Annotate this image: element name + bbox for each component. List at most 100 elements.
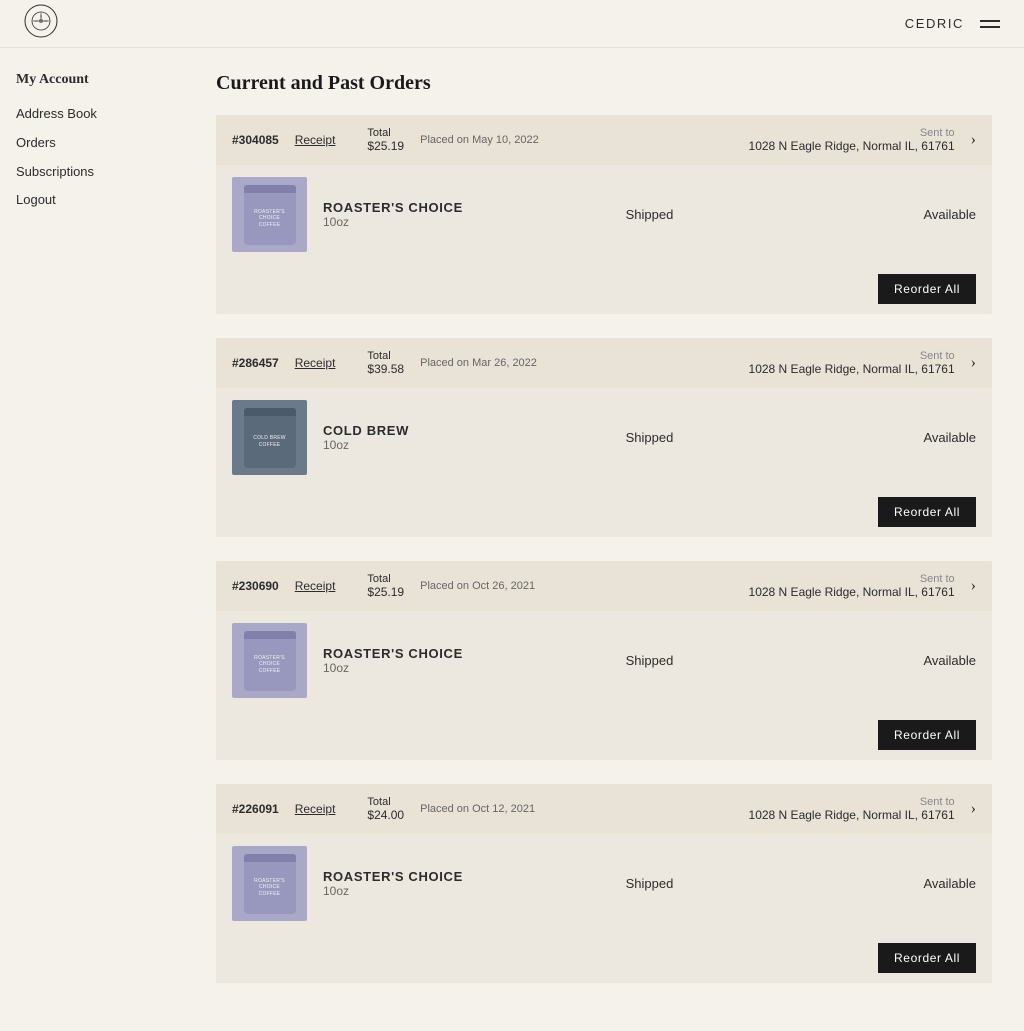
order-item-availability-2-0: Available (769, 653, 976, 668)
hamburger-menu-icon[interactable] (980, 20, 1000, 28)
bag-inner: ROASTER'S CHOICECOFFEE (244, 185, 296, 245)
order-chevron-icon-0[interactable]: › (971, 131, 976, 149)
order-item-details-0-0: ROASTER'S CHOICE 10oz (323, 200, 530, 229)
order-total-label-0: Total (367, 127, 404, 139)
order-item-size-3-0: 10oz (323, 884, 530, 898)
order-total-value-2: $25.19 (367, 585, 404, 599)
order-item-availability-0-0: Available (769, 207, 976, 222)
header-username: CEDRIC (905, 16, 964, 31)
order-chevron-icon-1[interactable]: › (971, 354, 976, 372)
order-total-0: Total $25.19 (367, 127, 404, 153)
order-date-2: Placed on Oct 26, 2021 (420, 580, 535, 592)
order-card-0: #304085 Receipt Total $25.19 Placed on M… (216, 115, 992, 314)
order-receipt-link-1[interactable]: Receipt (295, 356, 336, 370)
sidebar: My Account Address Book Orders Subscript… (0, 48, 200, 1031)
sidebar-item-orders[interactable]: Orders (16, 133, 184, 154)
order-header-right-3: Sent to 1028 N Eagle Ridge, Normal IL, 6… (749, 796, 976, 822)
header: CEDRIC (0, 0, 1024, 48)
sidebar-nav: Address Book Orders Subscriptions Logout (16, 104, 184, 211)
order-item-row-0-0: ROASTER'S CHOICECOFFEE ROASTER'S CHOICE … (216, 165, 992, 264)
sidebar-item-subscriptions[interactable]: Subscriptions (16, 162, 184, 183)
bag-label: ROASTER'S CHOICECOFFEE (244, 655, 296, 675)
logo[interactable] (24, 4, 58, 43)
order-sent-label-2: Sent to (749, 573, 955, 585)
order-receipt-link-2[interactable]: Receipt (295, 579, 336, 593)
order-item-status-3-0: Shipped (546, 876, 753, 891)
order-address-0: 1028 N Eagle Ridge, Normal IL, 61761 (749, 139, 955, 153)
order-sent-label-3: Sent to (749, 796, 955, 808)
order-total-label-2: Total (367, 573, 404, 585)
bag-inner: ROASTER'S CHOICECOFFEE (244, 854, 296, 914)
order-header-left-3: #226091 Receipt Total $24.00 Placed on O… (232, 796, 535, 822)
order-item-availability-3-0: Available (769, 876, 976, 891)
order-item-availability-1-0: Available (769, 430, 976, 445)
order-item-status-2-0: Shipped (546, 653, 753, 668)
order-total-value-0: $25.19 (367, 139, 404, 153)
order-total-label-3: Total (367, 796, 404, 808)
reorder-button-2[interactable]: Reorder All (878, 720, 976, 750)
order-chevron-icon-3[interactable]: › (971, 800, 976, 818)
order-header-1: #286457 Receipt Total $39.58 Placed on M… (216, 338, 992, 388)
order-header-right-2: Sent to 1028 N Eagle Ridge, Normal IL, 6… (749, 573, 976, 599)
order-sent-to-3: Sent to 1028 N Eagle Ridge, Normal IL, 6… (749, 796, 955, 822)
order-sent-to-0: Sent to 1028 N Eagle Ridge, Normal IL, 6… (749, 127, 955, 153)
main-content: Current and Past Orders #304085 Receipt … (200, 48, 1024, 1031)
order-item-image-1-0: COLD BREWCOFFEE (232, 400, 307, 475)
order-total-1: Total $39.58 (367, 350, 404, 376)
order-date-1: Placed on Mar 26, 2022 (420, 357, 537, 369)
bag-label: ROASTER'S CHOICECOFFEE (244, 209, 296, 229)
order-item-details-2-0: ROASTER'S CHOICE 10oz (323, 646, 530, 675)
order-total-value-1: $39.58 (367, 362, 404, 376)
order-number-2: #230690 (232, 579, 279, 593)
order-chevron-icon-2[interactable]: › (971, 577, 976, 595)
reorder-button-3[interactable]: Reorder All (878, 943, 976, 973)
order-item-image-0-0: ROASTER'S CHOICECOFFEE (232, 177, 307, 252)
order-total-label-1: Total (367, 350, 404, 362)
bag-label: COLD BREWCOFFEE (253, 435, 286, 448)
sidebar-title: My Account (16, 72, 184, 88)
order-header-left-0: #304085 Receipt Total $25.19 Placed on M… (232, 127, 539, 153)
order-item-size-1-0: 10oz (323, 438, 530, 452)
order-date-0: Placed on May 10, 2022 (420, 134, 539, 146)
order-card-2: #230690 Receipt Total $25.19 Placed on O… (216, 561, 992, 760)
order-item-size-0-0: 10oz (323, 215, 530, 229)
order-item-details-3-0: ROASTER'S CHOICE 10oz (323, 869, 530, 898)
order-footer-1: Reorder All (216, 487, 992, 537)
order-item-row-2-0: ROASTER'S CHOICECOFFEE ROASTER'S CHOICE … (216, 611, 992, 710)
order-total-value-3: $24.00 (367, 808, 404, 822)
bag-top (244, 185, 296, 193)
order-footer-2: Reorder All (216, 710, 992, 760)
order-header-left-2: #230690 Receipt Total $25.19 Placed on O… (232, 573, 535, 599)
order-item-status-0-0: Shipped (546, 207, 753, 222)
order-item-row-3-0: ROASTER'S CHOICECOFFEE ROASTER'S CHOICE … (216, 834, 992, 933)
bag-inner: COLD BREWCOFFEE (244, 408, 296, 468)
order-header-0: #304085 Receipt Total $25.19 Placed on M… (216, 115, 992, 165)
order-item-row-1-0: COLD BREWCOFFEE COLD BREW 10oz Shipped A… (216, 388, 992, 487)
header-right: CEDRIC (905, 16, 1000, 31)
reorder-button-1[interactable]: Reorder All (878, 497, 976, 527)
order-sent-to-2: Sent to 1028 N Eagle Ridge, Normal IL, 6… (749, 573, 955, 599)
page-title: Current and Past Orders (216, 72, 992, 95)
order-header-right-1: Sent to 1028 N Eagle Ridge, Normal IL, 6… (749, 350, 976, 376)
sidebar-item-address-book[interactable]: Address Book (16, 104, 184, 125)
sidebar-item-logout[interactable]: Logout (16, 190, 184, 211)
bag-label: ROASTER'S CHOICECOFFEE (244, 878, 296, 898)
order-item-image-3-0: ROASTER'S CHOICECOFFEE (232, 846, 307, 921)
order-item-name-2-0: ROASTER'S CHOICE (323, 646, 530, 661)
order-number-1: #286457 (232, 356, 279, 370)
order-header-right-0: Sent to 1028 N Eagle Ridge, Normal IL, 6… (749, 127, 976, 153)
order-receipt-link-3[interactable]: Receipt (295, 802, 336, 816)
orders-list: #304085 Receipt Total $25.19 Placed on M… (216, 115, 992, 983)
order-item-image-2-0: ROASTER'S CHOICECOFFEE (232, 623, 307, 698)
order-item-name-0-0: ROASTER'S CHOICE (323, 200, 530, 215)
bag-inner: ROASTER'S CHOICECOFFEE (244, 631, 296, 691)
order-number-3: #226091 (232, 802, 279, 816)
order-receipt-link-0[interactable]: Receipt (295, 133, 336, 147)
order-item-status-1-0: Shipped (546, 430, 753, 445)
reorder-button-0[interactable]: Reorder All (878, 274, 976, 304)
bag-top (244, 854, 296, 862)
page-layout: My Account Address Book Orders Subscript… (0, 48, 1024, 1031)
order-header-3: #226091 Receipt Total $24.00 Placed on O… (216, 784, 992, 834)
order-item-name-3-0: ROASTER'S CHOICE (323, 869, 530, 884)
order-footer-3: Reorder All (216, 933, 992, 983)
